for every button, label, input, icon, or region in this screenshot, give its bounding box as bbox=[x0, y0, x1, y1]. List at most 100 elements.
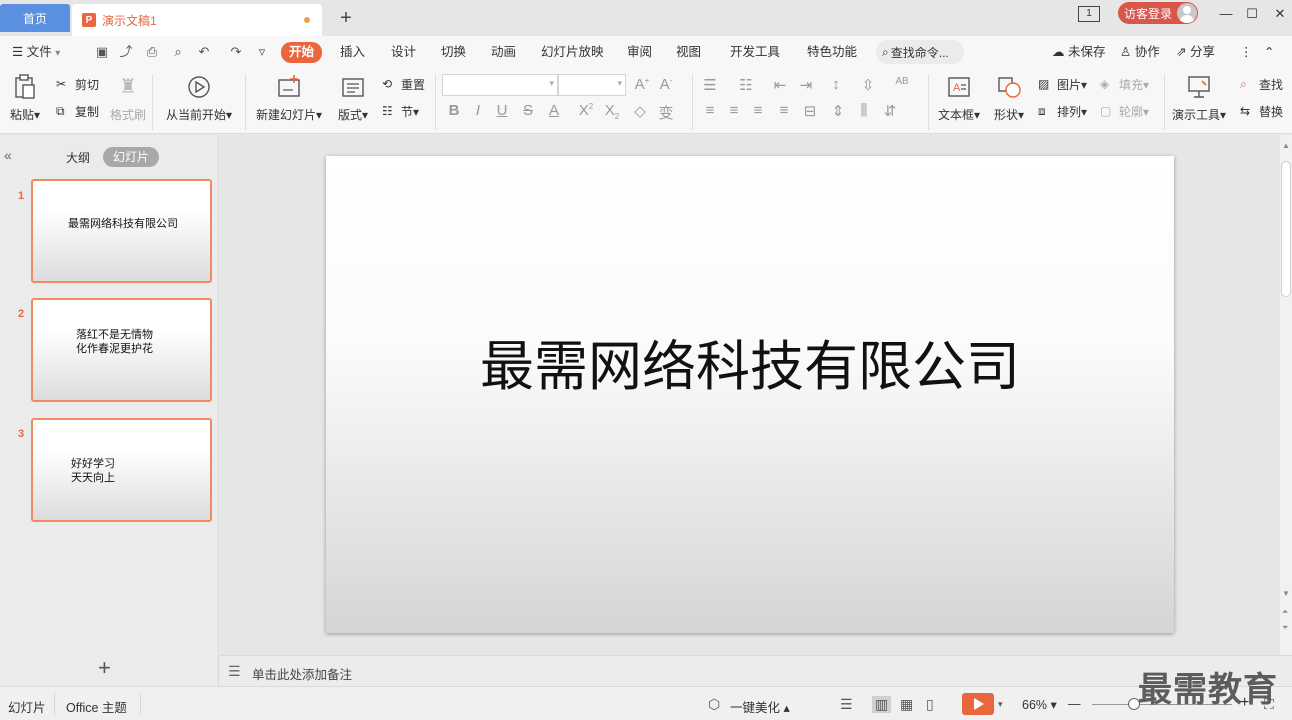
align-center-icon[interactable]: ≡ bbox=[724, 102, 744, 119]
font-family-select[interactable] bbox=[442, 74, 558, 96]
tab-home-start[interactable]: 开始 bbox=[281, 42, 323, 63]
replace-button[interactable]: ⇆ 替换 bbox=[1240, 103, 1283, 120]
text-direction-icon[interactable]: ⇳ bbox=[858, 76, 878, 94]
unsaved-status[interactable]: ☁ 未保存 bbox=[1052, 36, 1106, 68]
grow-font-icon[interactable]: A+ bbox=[632, 76, 652, 93]
shrink-font-icon[interactable]: A- bbox=[656, 76, 676, 93]
textbox-button[interactable]: A 文本框▾ bbox=[938, 74, 980, 123]
guest-login-button[interactable]: 访客登录 bbox=[1118, 2, 1198, 24]
subscript-icon[interactable]: X2 bbox=[602, 102, 622, 121]
document-tab[interactable]: P 演示文稿1 bbox=[72, 4, 322, 36]
outline-button[interactable]: ▢ 轮廓▾ bbox=[1100, 103, 1149, 120]
file-menu[interactable]: ☰ 文件 ▾ bbox=[12, 36, 60, 68]
collapse-panel-icon[interactable]: « bbox=[4, 147, 12, 163]
play-options-icon[interactable]: ▾ bbox=[998, 699, 1003, 710]
normal-view-icon[interactable]: ▥ bbox=[872, 696, 892, 713]
bold-icon[interactable]: B bbox=[444, 102, 464, 119]
tab-design[interactable]: 设计 bbox=[391, 36, 416, 68]
justify-icon[interactable]: ≡ bbox=[774, 102, 794, 119]
align-right-icon[interactable]: ≡ bbox=[748, 102, 768, 119]
find-button[interactable]: ⌕ 查找 bbox=[1240, 76, 1283, 93]
play-from-current-button[interactable]: 从当前开始▾ bbox=[166, 74, 232, 123]
new-tab-button[interactable]: + bbox=[336, 6, 356, 30]
tab-animation[interactable]: 动画 bbox=[491, 36, 516, 68]
decrease-indent-icon[interactable]: ⇤ bbox=[770, 76, 790, 94]
strikethrough-icon[interactable]: S bbox=[518, 102, 538, 119]
notes-pane[interactable]: ☰ 单击此处添加备注 bbox=[220, 655, 1292, 686]
line-spacing-icon[interactable]: ↕ bbox=[826, 76, 846, 93]
numbered-list-icon[interactable]: ☷ bbox=[736, 76, 756, 94]
current-slide[interactable]: 最需网络科技有限公司 bbox=[326, 156, 1174, 633]
scroll-down-icon[interactable]: ▼ bbox=[1282, 589, 1290, 598]
minimize-button[interactable]: — bbox=[1214, 4, 1238, 24]
clear-format-icon[interactable]: ◇ bbox=[630, 102, 650, 120]
picture-button[interactable]: ▨ 图片▾ bbox=[1038, 76, 1087, 93]
copy-button[interactable]: ⧉ 复制 bbox=[56, 103, 99, 120]
slide-sorter-icon[interactable]: ▦ bbox=[900, 696, 913, 713]
play-slideshow-button[interactable] bbox=[962, 693, 994, 715]
tab-developer[interactable]: 开发工具 bbox=[730, 36, 780, 68]
tab-view[interactable]: 视图 bbox=[676, 36, 701, 68]
print-preview-icon[interactable]: ⌕ bbox=[170, 44, 186, 60]
layout-button[interactable]: 版式▾ bbox=[338, 74, 368, 123]
reset-button[interactable]: ⟲ 重置 bbox=[382, 76, 425, 93]
collapse-ribbon-icon[interactable]: ⌃ bbox=[1264, 36, 1274, 68]
scroll-up-icon[interactable]: ▲ bbox=[1282, 141, 1290, 150]
paragraph-spacing-icon[interactable]: ⇕ bbox=[828, 102, 848, 120]
vertical-scrollbar[interactable]: ▲ ▼ ⏶ ⏷ bbox=[1280, 135, 1292, 655]
close-button[interactable]: ✕ bbox=[1268, 4, 1292, 24]
collaborate-button[interactable]: ♙ 协作 bbox=[1120, 36, 1160, 68]
add-slide-button[interactable]: + bbox=[98, 655, 111, 681]
new-slide-button[interactable]: 新建幻灯片▾ bbox=[256, 74, 322, 123]
increase-indent-icon[interactable]: ⇥ bbox=[796, 76, 816, 94]
font-color-icon[interactable]: A bbox=[544, 102, 564, 119]
shape-button[interactable]: 形状▾ bbox=[994, 74, 1024, 123]
column-icon[interactable]: ⫼ bbox=[854, 102, 874, 119]
slide-thumbnail-3[interactable]: 好好学习 天天向上 bbox=[31, 418, 212, 522]
undo-icon[interactable]: ↶ bbox=[196, 44, 212, 60]
more-menu-icon[interactable]: ⋮ bbox=[1240, 36, 1253, 68]
tab-slides[interactable]: 幻灯片 bbox=[103, 147, 159, 167]
tab-transition[interactable]: 切换 bbox=[441, 36, 466, 68]
section-button[interactable]: ☷ 节▾ bbox=[382, 103, 419, 120]
tab-features[interactable]: 特色功能 bbox=[807, 36, 857, 68]
quick-access-dropdown-icon[interactable]: ▿ bbox=[254, 44, 270, 60]
distribute-icon[interactable]: ⊟ bbox=[800, 102, 820, 120]
tab-slideshow[interactable]: 幻灯片放映 bbox=[541, 36, 604, 68]
presentation-tools-button[interactable]: 演示工具▾ bbox=[1172, 74, 1226, 123]
font-size-select[interactable] bbox=[558, 74, 626, 96]
notes-toggle-icon[interactable]: ☰ bbox=[840, 696, 853, 713]
theme-name[interactable]: Office 主题 bbox=[66, 697, 127, 716]
slide-thumbnail-1[interactable]: 最需网络科技有限公司 bbox=[31, 179, 212, 283]
export-icon[interactable]: ⤴ bbox=[118, 44, 134, 60]
align-left-icon[interactable]: ≡ bbox=[700, 102, 720, 119]
format-painter-button[interactable]: ♜ 格式刷 bbox=[110, 74, 146, 123]
tab-review[interactable]: 审阅 bbox=[627, 36, 652, 68]
italic-icon[interactable]: I bbox=[468, 102, 488, 119]
tab-insert[interactable]: 插入 bbox=[340, 36, 365, 68]
superscript-icon[interactable]: X2 bbox=[576, 102, 596, 119]
command-search[interactable]: ⌕ 查找命令... bbox=[876, 40, 964, 64]
zoom-level[interactable]: 66% ▾ bbox=[1022, 697, 1057, 712]
align-text-icon[interactable]: ⇵ bbox=[880, 102, 900, 120]
print-icon[interactable]: ⎙ bbox=[144, 44, 160, 60]
save-icon[interactable]: ▣ bbox=[94, 44, 110, 60]
cut-button[interactable]: ✂ 剪切 bbox=[56, 76, 99, 93]
text-fit-icon[interactable]: AB bbox=[892, 76, 912, 87]
paste-button[interactable]: 粘贴▾ bbox=[10, 74, 40, 123]
reading-view-icon[interactable]: ▯ bbox=[926, 696, 934, 713]
next-slide-icon[interactable]: ⏷ bbox=[1282, 623, 1288, 633]
slide-title[interactable]: 最需网络科技有限公司 bbox=[326, 322, 1174, 401]
fill-button[interactable]: ◈ 填充▾ bbox=[1100, 76, 1149, 93]
phonetic-icon[interactable]: 变 bbox=[656, 102, 676, 123]
home-tab[interactable]: 首页 bbox=[0, 4, 70, 32]
bullet-list-icon[interactable]: ☰ bbox=[700, 76, 720, 94]
prev-slide-icon[interactable]: ⏶ bbox=[1282, 607, 1288, 617]
tab-outline[interactable]: 大纲 bbox=[66, 149, 90, 166]
slide-thumbnail-2[interactable]: 落红不是无情物 化作春泥更护花 bbox=[31, 298, 212, 402]
underline-icon[interactable]: U bbox=[492, 102, 512, 119]
share-button[interactable]: ⇗ 分享 bbox=[1176, 36, 1215, 68]
scrollbar-thumb[interactable] bbox=[1281, 161, 1291, 297]
arrange-button[interactable]: ⧈ 排列▾ bbox=[1038, 103, 1087, 120]
window-count-icon[interactable]: 1 bbox=[1078, 6, 1100, 22]
